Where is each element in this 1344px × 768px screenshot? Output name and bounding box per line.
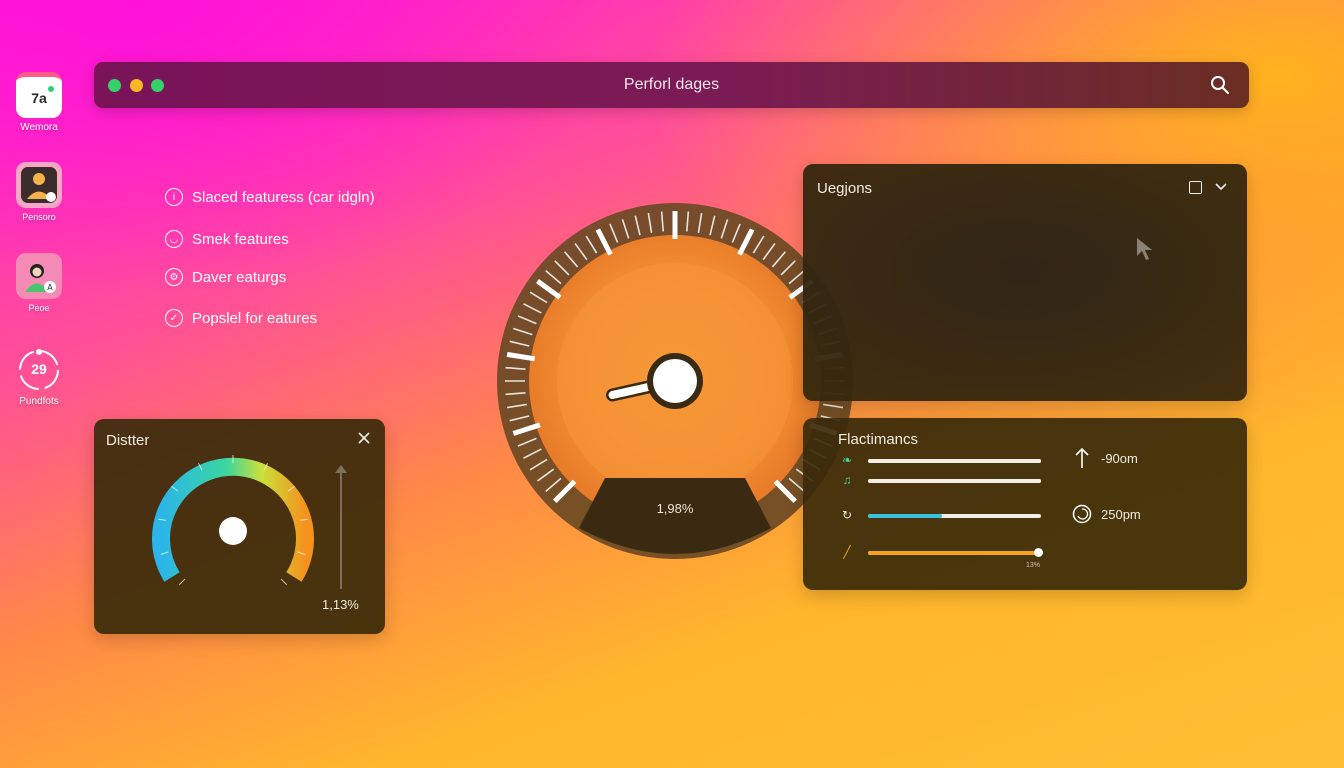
- dock-item-pundfots[interactable]: 29 Pundfots: [12, 346, 66, 407]
- leaf-icon: ❧: [841, 453, 853, 467]
- slider-label: 13%: [1026, 562, 1041, 569]
- metric-bar: [868, 479, 1041, 483]
- dock-label: Pundfots: [19, 396, 59, 407]
- people-icon: A: [16, 253, 62, 299]
- close-icon[interactable]: [357, 431, 371, 445]
- feature-item[interactable]: ◡ Smek features: [165, 230, 289, 248]
- timer-badge: 29: [31, 361, 47, 377]
- search-icon[interactable]: [1209, 74, 1231, 96]
- timer-icon: 29: [16, 346, 62, 392]
- arrow-up-icon: [1071, 447, 1093, 469]
- dock-item-wemora[interactable]: 7a Wemora: [12, 72, 66, 133]
- dock-item-pensoro[interactable]: Pensoro: [12, 162, 66, 222]
- panel-title: Flactimancs: [838, 431, 919, 448]
- clock-spiral-icon: [1071, 503, 1093, 525]
- metric-bar[interactable]: [868, 514, 1041, 518]
- maximize-icon[interactable]: [1189, 181, 1202, 194]
- metric-fill: [868, 459, 1041, 463]
- gear-circle-icon: ⚙: [165, 268, 183, 286]
- performance-panel: Flactimancs ❧ ♫ ↻ ╱ 13% -90om 250pm: [803, 418, 1247, 590]
- arrow-up-icon: [335, 465, 347, 473]
- feature-item[interactable]: ⚙ Daver eaturgs: [165, 268, 286, 286]
- feature-label: Popslel for eatures: [192, 309, 318, 327]
- refresh-icon: ↻: [841, 508, 853, 522]
- metric-fill: [868, 479, 1041, 483]
- regions-panel: Uegjons: [803, 164, 1247, 401]
- gauge-tick: [178, 578, 186, 586]
- calendar-badge: 7a: [31, 89, 47, 106]
- stat-value: -90om: [1101, 450, 1138, 466]
- slider-thumb[interactable]: [1034, 548, 1043, 557]
- calendar-icon: 7a: [16, 72, 62, 118]
- distter-value: 1,13%: [322, 597, 359, 612]
- desktop: { "colors": { "traffic_green": "#35d26a"…: [0, 0, 1344, 768]
- window-titlebar: Perforl dages: [94, 62, 1249, 108]
- svg-text:A: A: [47, 283, 53, 292]
- gauge-knob[interactable]: [219, 517, 247, 545]
- stat-item: -90om: [1071, 447, 1138, 469]
- dock-label: Wemora: [20, 122, 58, 133]
- stat-item: 250pm: [1071, 503, 1141, 525]
- check-circle-icon: ✓: [165, 309, 183, 327]
- metric-fill: [868, 514, 943, 518]
- music-note-icon: ♫: [842, 473, 852, 487]
- dock-label: Pensoro: [22, 212, 56, 222]
- window-title: Perforl dages: [623, 76, 720, 93]
- badge-dot: [48, 86, 54, 92]
- cursor-icon: [1135, 236, 1155, 267]
- level-track: [340, 467, 342, 589]
- distter-panel: Distter 1,13%: [94, 419, 385, 634]
- feature-label: Daver eaturgs: [192, 268, 287, 286]
- metric-bar: [868, 459, 1041, 463]
- panel-title: Distter: [106, 432, 150, 449]
- chevron-down-icon[interactable]: [1213, 178, 1229, 194]
- panel-title: Uegjons: [817, 180, 873, 197]
- main-gauge-value: 1,98%: [657, 501, 694, 516]
- feature-item[interactable]: ✓ Popslel for eatures: [165, 309, 317, 327]
- metric-fill: [868, 551, 1036, 555]
- info-circle-icon: i: [165, 188, 183, 206]
- main-gauge: 1,98%: [495, 195, 855, 565]
- profile-app-icon: [16, 162, 62, 208]
- gauge-hub: [653, 359, 697, 403]
- dock-label: Peoe: [28, 303, 50, 313]
- feature-label: Smek features: [192, 230, 289, 248]
- gauge-tick: [280, 578, 288, 586]
- stat-value: 250pm: [1101, 506, 1141, 522]
- edit-icon: ╱: [843, 545, 851, 559]
- smile-circle-icon: ◡: [165, 230, 183, 248]
- dock-item-peoe[interactable]: A Peoe: [12, 253, 66, 313]
- distter-gauge: [152, 455, 314, 586]
- metric-bar[interactable]: [868, 548, 1043, 557]
- feature-item[interactable]: i Slaced featuress (car idgln): [165, 188, 375, 206]
- feature-label: Slaced featuress (car idgln): [192, 188, 375, 206]
